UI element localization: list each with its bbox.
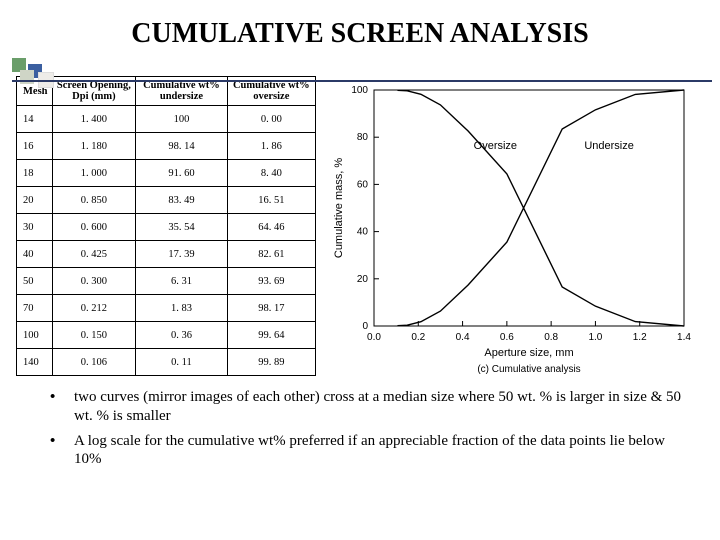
table-row: 200. 85083. 4916. 51: [17, 187, 316, 214]
cell: 100: [17, 322, 53, 349]
cell: 100: [136, 106, 227, 133]
cell: 98. 14: [136, 133, 227, 160]
svg-text:(c) Cumulative analysis: (c) Cumulative analysis: [477, 364, 580, 375]
svg-text:Cumulative mass, %: Cumulative mass, %: [333, 158, 345, 258]
svg-text:0.2: 0.2: [411, 332, 425, 343]
cell: 17. 39: [136, 241, 227, 268]
cell: 0. 106: [52, 349, 136, 376]
cell: 1. 83: [136, 295, 227, 322]
table-row: 1000. 1500. 3699. 64: [17, 322, 316, 349]
cell: 64. 46: [227, 214, 315, 241]
cell: 0. 00: [227, 106, 315, 133]
table-row: 400. 42517. 3982. 61: [17, 241, 316, 268]
cell: 1. 400: [52, 106, 136, 133]
svg-text:Oversize: Oversize: [474, 140, 517, 152]
table-row: 500. 3006. 3193. 69: [17, 268, 316, 295]
cell: 16. 51: [227, 187, 315, 214]
svg-text:1.2: 1.2: [633, 332, 647, 343]
svg-text:40: 40: [357, 227, 369, 238]
svg-text:Aperture size, mm: Aperture size, mm: [484, 347, 573, 359]
table-row: 700. 2121. 8398. 17: [17, 295, 316, 322]
cell: 1. 000: [52, 160, 136, 187]
bullet-list: • two curves (mirror images of each othe…: [0, 376, 720, 469]
cell: 0. 11: [136, 349, 227, 376]
cell: 98. 17: [227, 295, 315, 322]
slide-deco: [12, 58, 72, 88]
svg-text:0.8: 0.8: [544, 332, 558, 343]
cell: 20: [17, 187, 53, 214]
page-title: CUMULATIVE SCREEN ANALYSIS: [0, 0, 720, 50]
data-table: Mesh Screen Opening, Dpi (mm) Cumulative…: [16, 76, 316, 376]
cell: 16: [17, 133, 53, 160]
table-row: 141. 4001000. 00: [17, 106, 316, 133]
cumulative-chart: 0 20 40 60 80 100 0.0 0.2 0.4 0.6 0.8 1.0 1.2 1.4 Aper…: [326, 76, 696, 376]
cell: 93. 69: [227, 268, 315, 295]
table-row: 300. 60035. 5464. 46: [17, 214, 316, 241]
svg-text:1.0: 1.0: [588, 332, 602, 343]
cell: 140: [17, 349, 53, 376]
cell: 82. 61: [227, 241, 315, 268]
cell: 40: [17, 241, 53, 268]
bullet-item: • A log scale for the cumulative wt% pre…: [50, 432, 686, 470]
cell: 6. 31: [136, 268, 227, 295]
svg-text:0.6: 0.6: [500, 332, 514, 343]
cell: 1. 180: [52, 133, 136, 160]
cell: 99. 89: [227, 349, 315, 376]
cell: 0. 300: [52, 268, 136, 295]
cell: 99. 64: [227, 322, 315, 349]
svg-text:0.0: 0.0: [367, 332, 381, 343]
cell: 0. 600: [52, 214, 136, 241]
cell: 1. 86: [227, 133, 315, 160]
table-row: 181. 00091. 608. 40: [17, 160, 316, 187]
cell: 0. 425: [52, 241, 136, 268]
cell: 0. 150: [52, 322, 136, 349]
cell: 91. 60: [136, 160, 227, 187]
cell: 18: [17, 160, 53, 187]
bullet-text: A log scale for the cumulative wt% prefe…: [74, 432, 686, 470]
cell: 83. 49: [136, 187, 227, 214]
cell: 35. 54: [136, 214, 227, 241]
svg-text:60: 60: [357, 179, 369, 190]
svg-text:0.4: 0.4: [456, 332, 470, 343]
svg-text:1.4: 1.4: [677, 332, 691, 343]
svg-text:100: 100: [351, 85, 368, 96]
cell: 50: [17, 268, 53, 295]
cell: 14: [17, 106, 53, 133]
cell: 8. 40: [227, 160, 315, 187]
svg-text:20: 20: [357, 274, 369, 285]
cell: 70: [17, 295, 53, 322]
svg-text:Undersize: Undersize: [584, 140, 634, 152]
svg-text:80: 80: [357, 132, 369, 143]
cell: 0. 212: [52, 295, 136, 322]
cell: 0. 36: [136, 322, 227, 349]
cell: 0. 850: [52, 187, 136, 214]
bullet-item: • two curves (mirror images of each othe…: [50, 388, 686, 426]
table-row: 1400. 1060. 1199. 89: [17, 349, 316, 376]
table-row: 161. 18098. 141. 86: [17, 133, 316, 160]
svg-text:0: 0: [362, 321, 368, 332]
cell: 30: [17, 214, 53, 241]
bullet-text: two curves (mirror images of each other)…: [74, 388, 686, 426]
